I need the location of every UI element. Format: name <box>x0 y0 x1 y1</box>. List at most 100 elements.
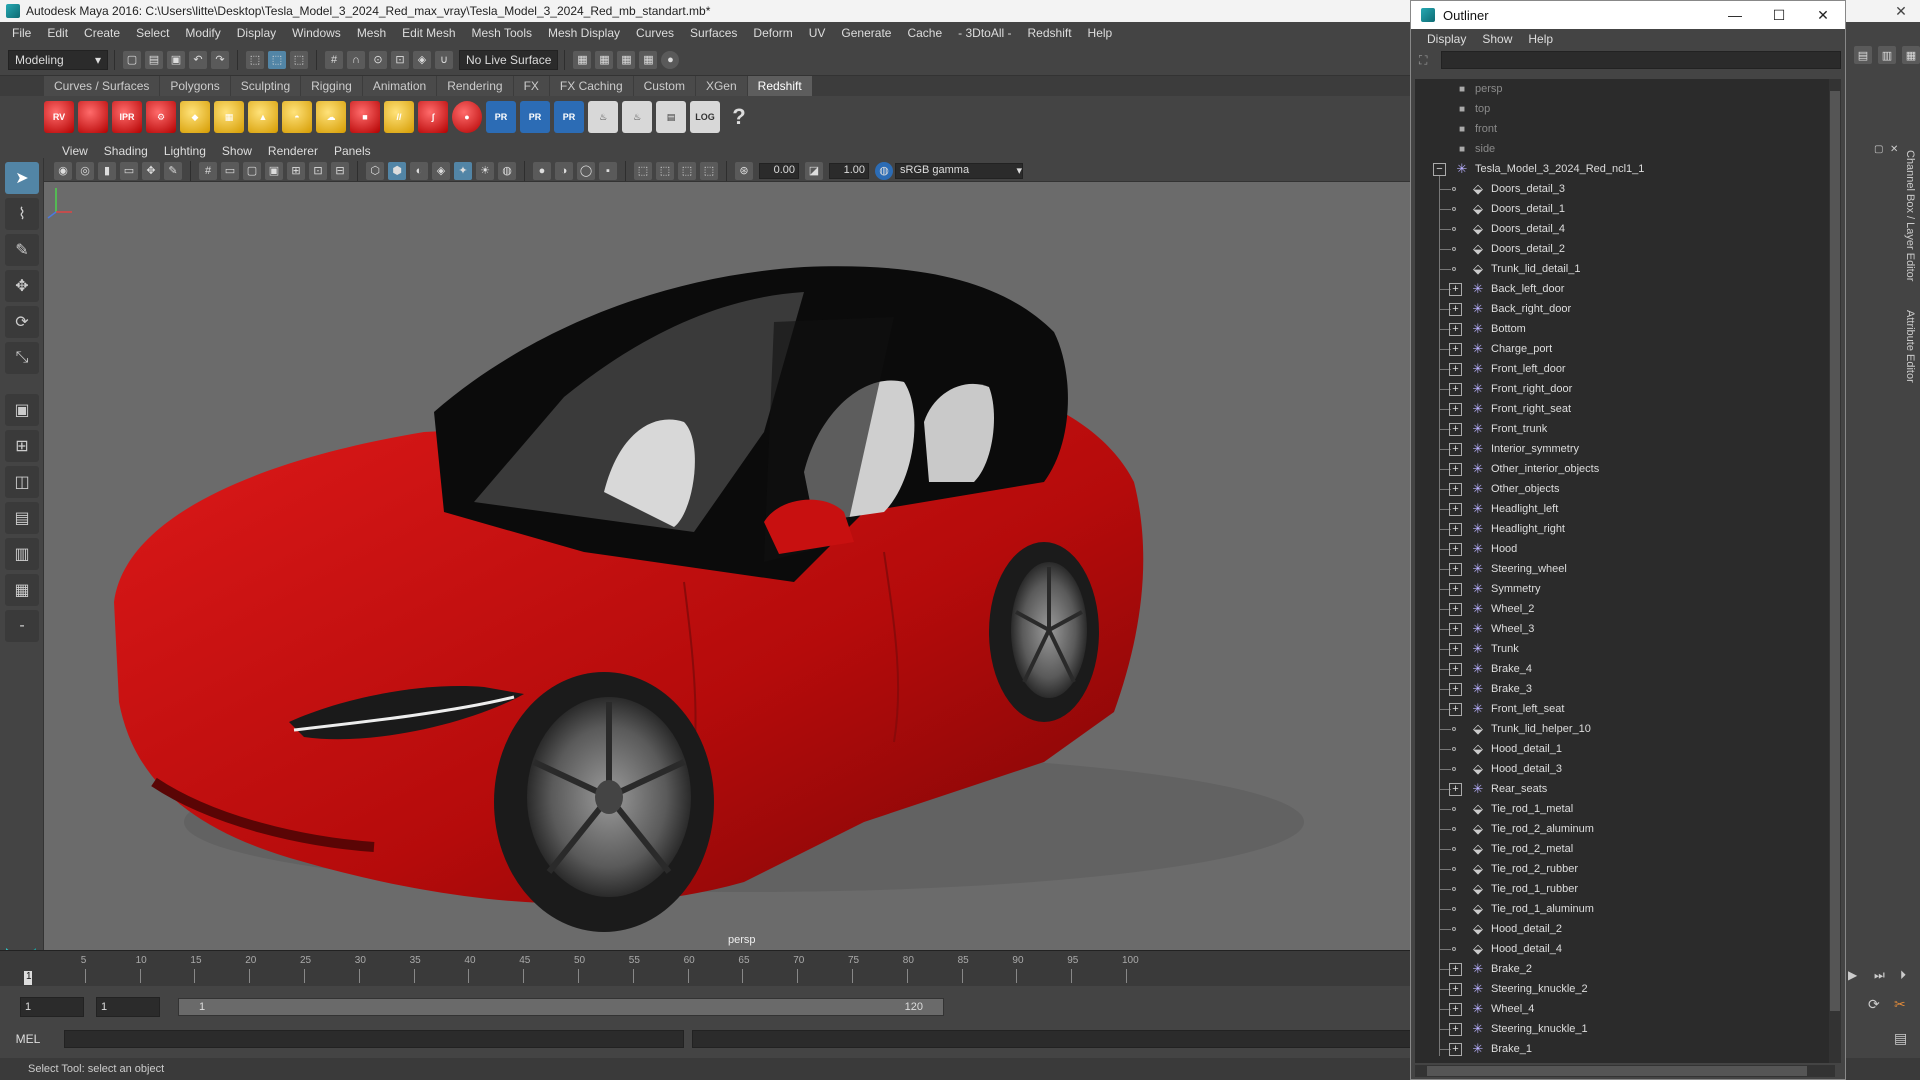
expand-icon[interactable]: + <box>1449 662 1462 676</box>
proxy-export-button[interactable]: PR <box>486 101 516 133</box>
expand-icon[interactable]: + <box>1449 602 1462 616</box>
panel-menu-lighting[interactable]: Lighting <box>156 144 214 158</box>
log-button[interactable]: LOG <box>690 101 720 133</box>
shelf-tab-curves-surfaces[interactable]: Curves / Surfaces <box>44 76 160 96</box>
menu-modify[interactable]: Modify <box>177 26 228 40</box>
gamma-field[interactable]: 1.00 <box>829 162 869 179</box>
perspective-viewport[interactable]: persp <box>44 182 1410 950</box>
expand-icon[interactable]: + <box>1449 702 1462 716</box>
script-editor-icon[interactable]: ▤ <box>1894 1030 1907 1047</box>
xray-icon[interactable]: ⬚ <box>634 161 652 180</box>
expand-icon[interactable]: + <box>1449 582 1462 596</box>
outliner-item-row[interactable]: + ✳ Brake_3 <box>1415 679 1835 699</box>
side-by-side-layout-icon[interactable]: ◫ <box>5 466 39 498</box>
exposure-icon[interactable]: ⊛ <box>735 161 753 180</box>
shelf-tab-fx-caching[interactable]: FX Caching <box>549 76 633 96</box>
menu-windows[interactable]: Windows <box>284 26 349 40</box>
outliner-menu-display[interactable]: Display <box>1419 32 1474 46</box>
outliner-item-row[interactable]: + ✳ Steering_knuckle_1 <box>1415 1019 1835 1039</box>
expand-icon[interactable]: + <box>1449 302 1462 316</box>
paint-select-icon[interactable]: ✎ <box>5 234 39 266</box>
render-current-icon[interactable]: ▦ <box>595 50 614 69</box>
outliner-item-row[interactable]: + ✳ Wheel_2 <box>1415 599 1835 619</box>
menu-deform[interactable]: Deform <box>745 26 800 40</box>
outliner-camera-row[interactable]: ■ side <box>1415 139 1835 159</box>
teapot-button[interactable]: ♨ <box>588 101 618 133</box>
camera-select-icon[interactable]: ◉ <box>54 161 72 180</box>
outliner-item-row[interactable]: ⬙ Doors_detail_2 <box>1415 239 1835 259</box>
lasso-tool-icon[interactable]: ⌇ <box>5 198 39 230</box>
outliner-item-row[interactable]: + ✳ Rear_seats <box>1415 779 1835 799</box>
collapse-icon[interactable]: - <box>5 610 39 642</box>
open-scene-icon[interactable]: ▤ <box>145 50 163 69</box>
menu-file[interactable]: File <box>4 26 39 40</box>
outliner-item-row[interactable]: + ✳ Front_right_seat <box>1415 399 1835 419</box>
outliner-filter-input[interactable] <box>1441 51 1841 69</box>
shelf-tab-rendering[interactable]: Rendering <box>437 76 513 96</box>
menu-cache[interactable]: Cache <box>899 26 950 40</box>
shelf-tab-rigging[interactable]: Rigging <box>301 76 362 96</box>
2d-pan-icon[interactable]: ✥ <box>142 161 160 180</box>
outliner-camera-row[interactable]: ■ top <box>1415 99 1835 119</box>
ipr-render-icon[interactable]: ▦ <box>617 50 636 69</box>
shelf-tab-animation[interactable]: Animation <box>362 76 437 96</box>
command-input[interactable] <box>64 1030 684 1048</box>
shelf-tab-fx[interactable]: FX <box>513 76 549 96</box>
outliner-item-row[interactable]: ⬙ Trunk_lid_helper_10 <box>1415 719 1835 739</box>
xray-components-icon[interactable]: ⬚ <box>678 161 696 180</box>
expand-icon[interactable]: + <box>1449 422 1462 436</box>
panel-menu-panels[interactable]: Panels <box>326 144 379 158</box>
menu-help[interactable]: Help <box>1080 26 1121 40</box>
motion-blur-icon[interactable]: ◑ <box>555 161 573 180</box>
script-language-label[interactable]: MEL <box>0 1032 56 1046</box>
menu-edit[interactable]: Edit <box>39 26 76 40</box>
live-surface-field[interactable]: No Live Surface <box>459 49 559 70</box>
new-scene-icon[interactable]: ▢ <box>123 50 141 69</box>
outliner-item-row[interactable]: ⬙ Tie_rod_1_rubber <box>1415 879 1835 899</box>
outliner-item-row[interactable]: + ✳ Brake_4 <box>1415 659 1835 679</box>
expand-icon[interactable]: + <box>1449 562 1462 576</box>
expand-icon[interactable]: + <box>1449 362 1462 376</box>
outliner-item-row[interactable]: + ✳ Steering_knuckle_2 <box>1415 979 1835 999</box>
material-button[interactable]: ∫ <box>418 101 448 133</box>
outliner-menu-show[interactable]: Show <box>1474 32 1520 46</box>
outliner-item-row[interactable]: + ✳ Other_interior_objects <box>1415 459 1835 479</box>
ies-light-button[interactable]: // <box>384 101 414 133</box>
safe-action-icon[interactable]: ⊡ <box>309 161 327 180</box>
snap-curve-icon[interactable]: ∩ <box>347 50 365 69</box>
menu-mesh-display[interactable]: Mesh Display <box>540 26 628 40</box>
outliner-item-row[interactable]: ⬙ Tie_rod_1_aluminum <box>1415 899 1835 919</box>
expand-icon[interactable]: + <box>1449 322 1462 336</box>
film-gate-icon[interactable]: ▭ <box>221 161 239 180</box>
expand-icon[interactable]: + <box>1449 502 1462 516</box>
select-tool-icon[interactable]: ➤ <box>5 162 39 194</box>
outliner-item-row[interactable]: + ✳ Brake_2 <box>1415 959 1835 979</box>
menu-3dtoall[interactable]: - 3DtoAll - <box>950 26 1019 40</box>
outliner-item-row[interactable]: + ✳ Charge_port <box>1415 339 1835 359</box>
outliner-item-row[interactable]: + ✳ Steering_wheel <box>1415 559 1835 579</box>
panel-menu-show[interactable]: Show <box>214 144 260 158</box>
spot-light-button[interactable]: ▲ <box>248 101 278 133</box>
expand-icon[interactable]: + <box>1449 482 1462 496</box>
outliner-item-row[interactable]: + ✳ Back_right_door <box>1415 299 1835 319</box>
hypershade-icon[interactable]: ● <box>661 50 680 69</box>
camera-attributes-icon[interactable]: ◎ <box>76 161 94 180</box>
expand-icon[interactable]: + <box>1449 1022 1462 1036</box>
select-object-icon[interactable]: ⬚ <box>268 50 286 69</box>
menu-generate[interactable]: Generate <box>833 26 899 40</box>
next-key-icon[interactable]: ⏭ <box>1874 968 1885 983</box>
grid-icon[interactable]: # <box>199 161 217 180</box>
wireframe-icon[interactable]: ⬡ <box>366 161 384 180</box>
select-hierarchy-icon[interactable]: ⬚ <box>246 50 264 69</box>
outliner-item-row[interactable]: + ✳ Front_right_door <box>1415 379 1835 399</box>
teapot-options-button[interactable]: ♨ <box>622 101 652 133</box>
image-plane-icon[interactable]: ▭ <box>120 161 138 180</box>
gate-mask-icon[interactable]: ▣ <box>265 161 283 180</box>
gamma-icon[interactable]: ◪ <box>805 161 823 180</box>
default-lighting-icon[interactable]: ◐ <box>410 161 428 180</box>
close-icon[interactable]: ✕ <box>1801 7 1845 24</box>
channel-box-icon[interactable]: ▦ <box>1902 46 1920 64</box>
expand-icon[interactable]: + <box>1449 282 1462 296</box>
channel-box-tab[interactable]: Channel Box / Layer Editor <box>1900 150 1916 281</box>
proxy-import-button[interactable]: PR <box>520 101 550 133</box>
